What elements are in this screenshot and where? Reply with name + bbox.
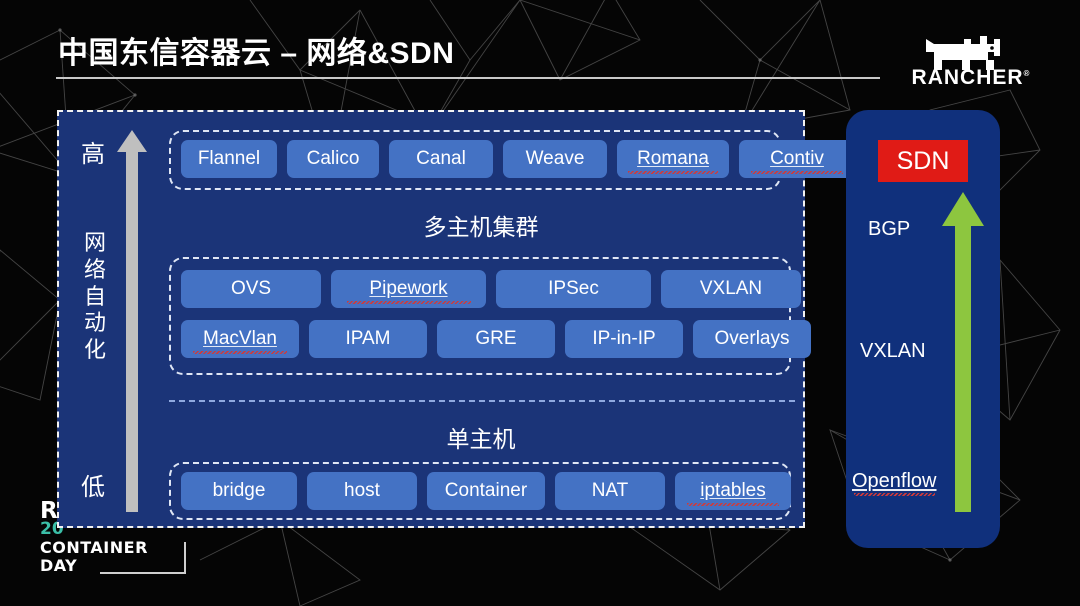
multi-host-row-two: OVS Pipework IPSec VXLAN <box>181 270 801 308</box>
section-divider <box>169 400 795 402</box>
gray-up-arrow-icon <box>117 130 147 512</box>
network-plugin-chip: Flannel <box>181 140 277 178</box>
axis-label-low: 低 <box>81 474 105 501</box>
multi-host-tech-chip: Pipework <box>331 270 486 308</box>
network-plugin-chip: Weave <box>503 140 607 178</box>
sdn-label-openflow: Openflow <box>852 470 937 496</box>
multi-host-tech-chip: IP-in-IP <box>565 320 683 358</box>
network-plugin-chip: Canal <box>389 140 493 178</box>
multi-host-tech-chip: Overlays <box>693 320 811 358</box>
single-host-mode-chip: iptables <box>675 472 791 510</box>
network-plugin-chip: Calico <box>287 140 379 178</box>
registered-mark: ® <box>1023 69 1031 78</box>
page-title: 中国东信容器云 – 网络&SDN <box>58 37 455 70</box>
single-host-mode-chip: host <box>307 472 417 510</box>
multi-host-title: 多主机集群 <box>423 214 539 240</box>
green-up-arrow-icon <box>942 192 984 512</box>
network-plugin-chip: Contiv <box>739 140 855 178</box>
title-divider <box>56 77 880 79</box>
axis-label-vertical: 网络自动化 <box>83 230 106 363</box>
sdn-panel: SDN BGP VXLAN Openflow <box>846 110 1000 548</box>
single-host-mode-chip: NAT <box>555 472 665 510</box>
sdn-badge: SDN <box>878 140 968 182</box>
single-host-mode-chip: bridge <box>181 472 297 510</box>
event-logo-rule-vertical <box>184 542 186 574</box>
multi-host-row-three: MacVlan IPAM GRE IP-in-IP Overlays <box>181 320 811 358</box>
single-host-mode-chip: Container <box>427 472 545 510</box>
multi-host-top-row: Flannel Calico Canal Weave Romana Contiv <box>181 140 855 178</box>
slide-canvas: 中国东信容器云 – 网络&SDN RANCHER® R 20 CONTAINER… <box>0 0 1080 606</box>
stack-content: Flannel Calico Canal Weave Romana Contiv 多主机集… <box>159 112 855 526</box>
event-logo-rule-horizontal <box>100 572 186 574</box>
multi-host-tech-chip: IPAM <box>309 320 427 358</box>
multi-host-tech-chip: IPSec <box>496 270 651 308</box>
sdn-label-bgp: BGP <box>868 218 911 240</box>
sdn-label-vxlan: VXLAN <box>860 340 926 362</box>
automation-axis: 高 网络自动化 低 <box>59 112 159 526</box>
network-stack-panel: 高 网络自动化 低 Flannel Calico Canal Weave Romana C… <box>57 110 855 528</box>
multi-host-tech-chip: MacVlan <box>181 320 299 358</box>
axis-label-high: 高 <box>81 141 105 168</box>
multi-host-tech-chip: VXLAN <box>661 270 801 308</box>
single-host-row: bridge host Container NAT iptables <box>181 472 791 510</box>
rancher-wordmark: RANCHER® <box>908 66 1034 90</box>
network-plugin-chip: Romana <box>617 140 729 178</box>
event-logo-container: CONTAINER <box>40 538 148 557</box>
rancher-wordmark-text: RANCHER <box>911 66 1024 89</box>
single-host-title: 单主机 <box>446 426 516 452</box>
multi-host-tech-chip: OVS <box>181 270 321 308</box>
multi-host-tech-chip: GRE <box>437 320 555 358</box>
